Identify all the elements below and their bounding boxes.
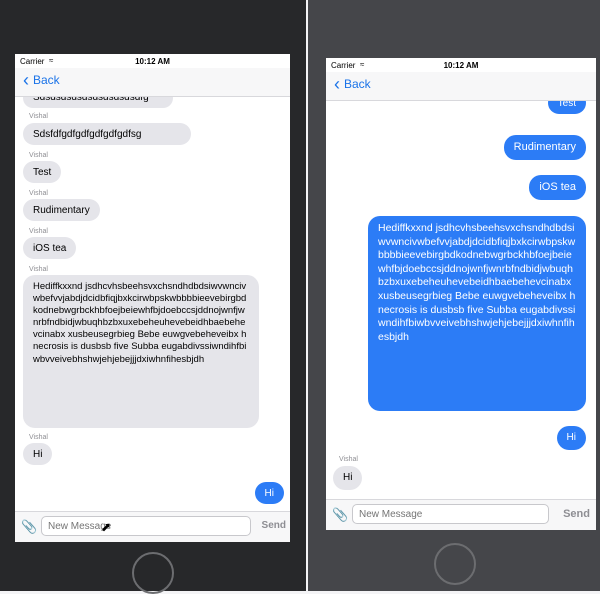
message-bubble: Test — [23, 161, 62, 183]
message-bubble: Hediffkxxnd jsdhcvhsbeehsvxchsndhdbdsiwv… — [23, 275, 259, 428]
home-button[interactable] — [434, 543, 476, 585]
status-bar: Carrier ≈ 10:12 AM — [326, 58, 596, 72]
sender-name: Vishal — [29, 152, 48, 159]
chevron-left-icon: ‹ — [23, 70, 29, 90]
chevron-left-icon: ‹ — [334, 74, 340, 94]
back-label: Back — [344, 77, 371, 91]
send-button[interactable]: Send — [262, 520, 286, 531]
status-time: 10:12 AM — [443, 61, 479, 70]
right-chat-screen: Carrier ≈ 10:12 AM ‹ Back Test Rudimenta… — [326, 58, 596, 530]
message-bubble: Sdsdsdsdsdsdsdsdsdsdfg — [23, 96, 173, 108]
back-button[interactable]: ‹ Back — [334, 74, 371, 94]
message-list[interactable]: Test Rudimentary iOS tea Hediffkxxnd jsd… — [326, 100, 596, 500]
left-phone-frame: Carrier ≈ 10:12 AM ‹ Back Sdsdsdsdsdsdsd… — [0, 0, 306, 594]
sender-name: Vishal — [29, 228, 48, 235]
sender-name: Vishal — [29, 113, 48, 120]
message-list[interactable]: Sdsdsdsdsdsdsdsdsdsdfg Vishal Sdsfdfgdfg… — [15, 96, 290, 512]
back-label: Back — [33, 73, 60, 87]
sender-name: Vishal — [29, 190, 48, 197]
home-button[interactable] — [132, 552, 174, 594]
message-input[interactable] — [41, 516, 251, 536]
message-bubble: Hi — [254, 482, 284, 504]
message-bubble: iOS tea — [23, 237, 77, 259]
message-bubble: iOS tea — [529, 175, 586, 200]
sender-name: Vishal — [29, 434, 48, 441]
paperclip-icon[interactable]: 📎 — [21, 519, 37, 535]
nav-bar: ‹ Back — [15, 68, 290, 97]
paperclip-icon[interactable]: 📎 — [332, 507, 348, 523]
input-bar: 📎 Send — [326, 499, 596, 530]
message-input[interactable] — [352, 504, 549, 524]
right-phone-frame: Carrier ≈ 10:12 AM ‹ Back Test Rudimenta… — [308, 0, 600, 591]
message-bubble: Hi — [23, 443, 53, 465]
message-bubble: Hi — [333, 466, 363, 490]
input-bar: 📎 Send — [15, 511, 290, 542]
sender-name: Vishal — [339, 456, 358, 463]
mouse-pointer-icon: ⬈ — [101, 520, 112, 534]
status-bar: Carrier ≈ 10:12 AM — [15, 54, 290, 68]
message-bubble: Test — [547, 100, 586, 114]
message-bubble: Hediffkxxnd jsdhcvhsbeehsvxchsndhdbdsiwv… — [368, 216, 586, 411]
left-chat-screen: Carrier ≈ 10:12 AM ‹ Back Sdsdsdsdsdsdsd… — [15, 54, 290, 542]
nav-bar: ‹ Back — [326, 72, 596, 101]
status-time: 10:12 AM — [135, 57, 170, 66]
message-bubble: Rudimentary — [503, 135, 586, 160]
message-bubble: Hi — [556, 426, 586, 450]
message-bubble: Rudimentary — [23, 199, 100, 221]
message-bubble: Sdsfdfgdfgdfgdfgdfgdfsg — [23, 123, 191, 145]
send-button[interactable]: Send — [563, 508, 590, 520]
back-button[interactable]: ‹ Back — [23, 70, 60, 90]
sender-name: Vishal — [29, 266, 48, 273]
